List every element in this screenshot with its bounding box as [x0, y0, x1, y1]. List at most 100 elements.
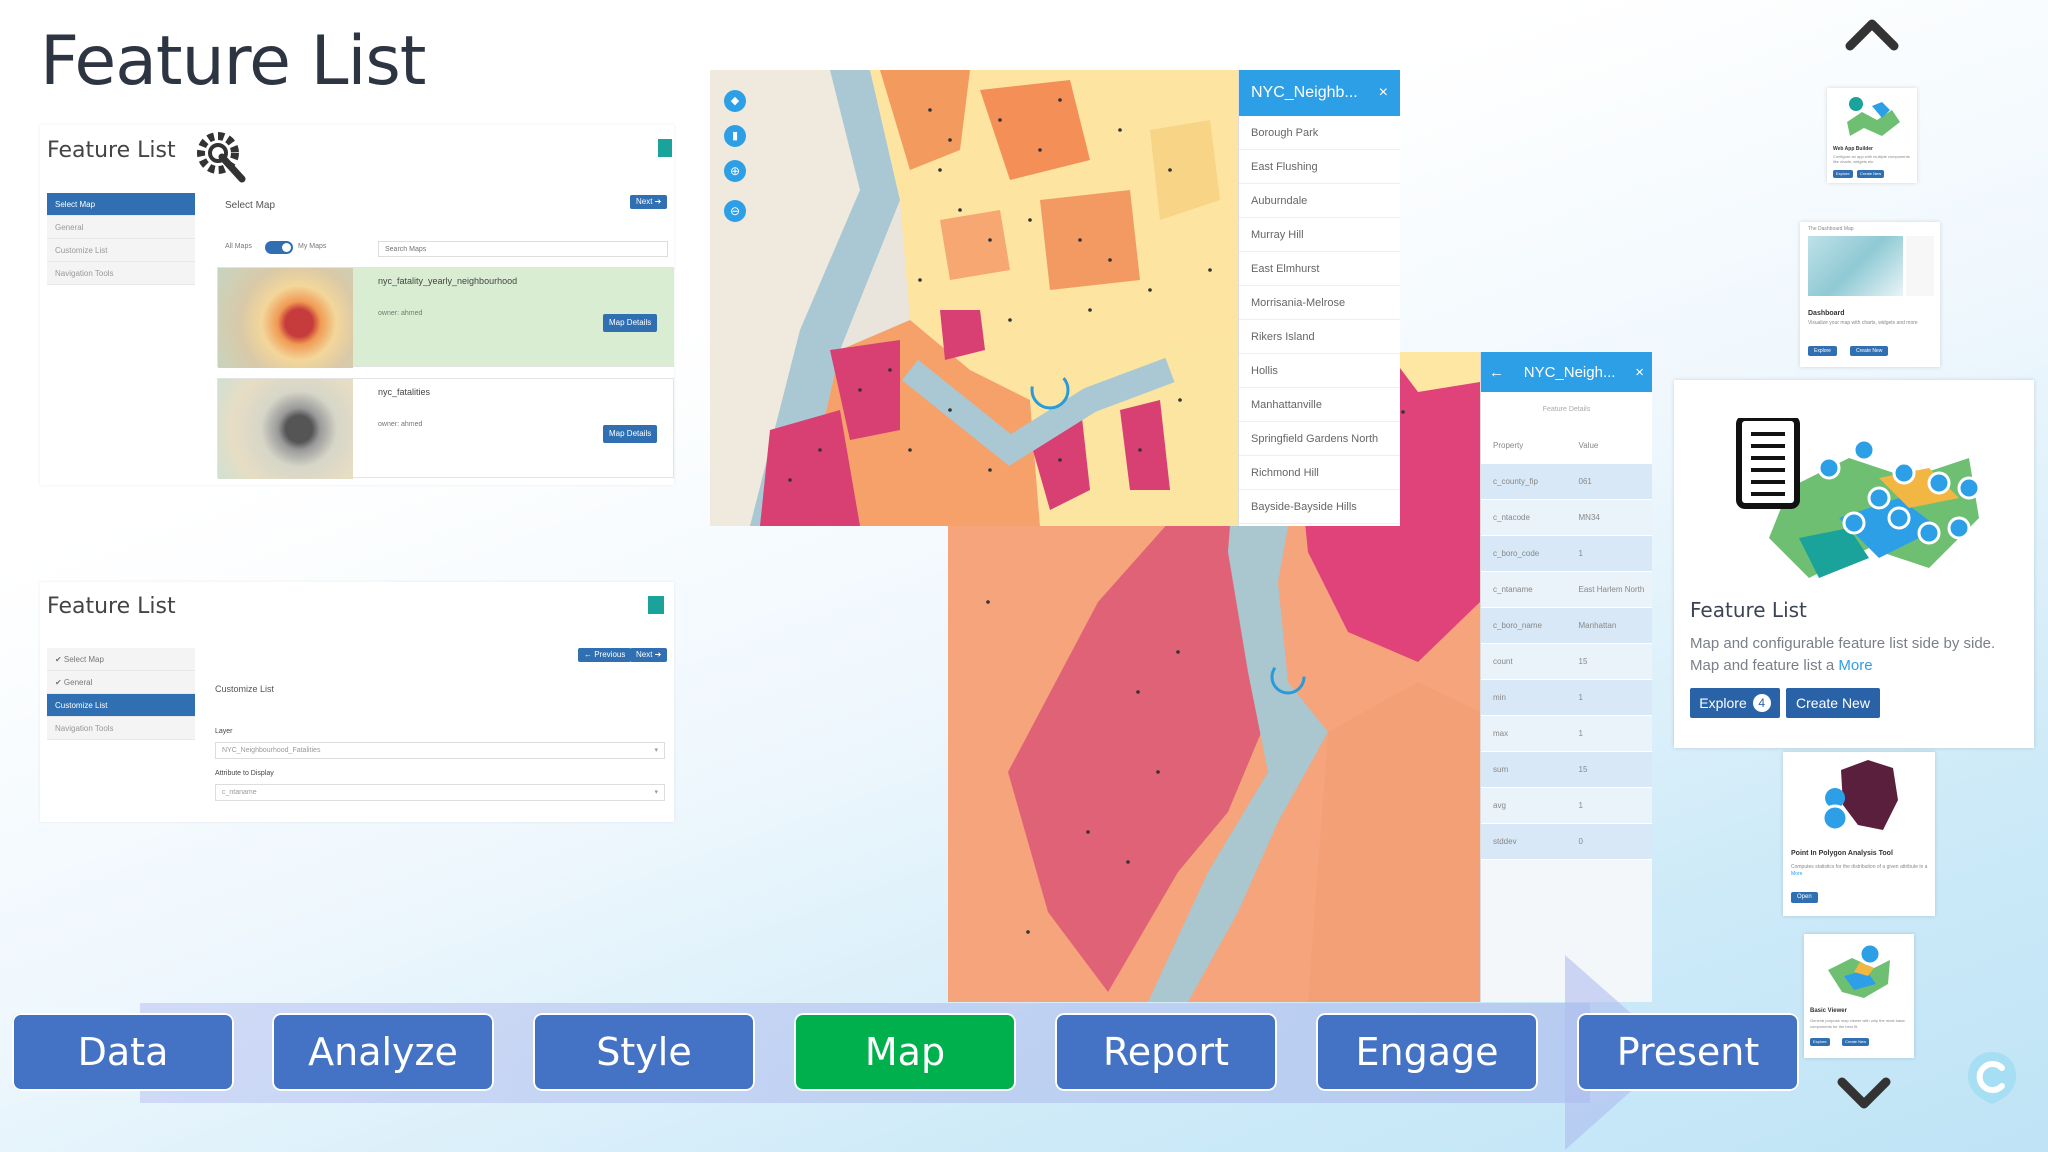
app-builder-icon	[1847, 97, 1900, 136]
step-report-button[interactable]: Report	[1055, 1013, 1277, 1091]
map-card[interactable]: nyc_fatalities owner: ahmed Map Details	[217, 378, 674, 479]
row-key: min	[1493, 693, 1506, 702]
explore-button[interactable]: Explore 4	[1690, 688, 1780, 718]
list-item[interactable]: Auburndale	[1239, 184, 1400, 218]
sidebar-item-navigation-tools[interactable]: Navigation Tools	[47, 717, 195, 740]
dashboard-side-preview	[1906, 236, 1934, 296]
create-new-button[interactable]: Create New	[1850, 346, 1889, 356]
table-row: c_boro_name Manhattan	[1481, 608, 1652, 644]
list-item[interactable]: Hollis	[1239, 354, 1400, 388]
list-item[interactable]: East Flushing	[1239, 150, 1400, 184]
close-icon[interactable]: ×	[1379, 84, 1388, 102]
setup-panel-customize-list: Feature List ✔ Select Map ✔ General Cust…	[40, 582, 674, 822]
table-row: min 1	[1481, 680, 1652, 716]
detail-panel-title: NYC_Neigh...	[1523, 363, 1616, 381]
explore-button[interactable]: Explore	[1810, 1038, 1830, 1046]
polygon-tool-icon	[1823, 760, 1898, 832]
step-data-button[interactable]: Data	[12, 1013, 234, 1091]
next-button[interactable]: Next ➔	[630, 195, 668, 209]
list-item[interactable]: Richmond Hill	[1239, 456, 1400, 490]
create-new-button[interactable]: Create New	[1842, 1038, 1870, 1046]
sidebar-item-customize-list[interactable]: Customize List	[47, 694, 195, 717]
maps-toggle[interactable]	[265, 241, 293, 254]
attribute-select-value: c_ntaname	[222, 789, 257, 796]
map-owner: owner: ahmed	[378, 421, 423, 428]
list-item[interactable]: Rikers Island	[1239, 320, 1400, 354]
row-key: c_boro_code	[1493, 549, 1540, 558]
table-row: max 1	[1481, 716, 1652, 752]
step-style-button[interactable]: Style	[533, 1013, 755, 1091]
row-value: 1	[1578, 549, 1583, 558]
more-link[interactable]: More	[1838, 657, 1872, 674]
app-card-basic-viewer[interactable]: Basic Viewer General purpose map viewer …	[1804, 934, 1914, 1058]
map-overview: ◆ ▮ ⊕ ⊖	[710, 70, 1240, 526]
sidebar-item-customize-list[interactable]: Customize List	[47, 239, 195, 262]
step-analyze-button[interactable]: Analyze	[272, 1013, 494, 1091]
close-icon[interactable]: ×	[1635, 364, 1644, 381]
app-card-web-app-builder[interactable]: Web App Builder Configure an app with mu…	[1827, 88, 1917, 183]
row-value: 1	[1578, 693, 1583, 702]
help-icon[interactable]	[648, 596, 664, 614]
next-button[interactable]: Next ➔	[630, 648, 668, 662]
setup-panel-title: Feature List	[47, 138, 176, 163]
page-title: Feature List	[40, 22, 426, 101]
map-details-button[interactable]: Map Details	[603, 425, 658, 443]
dashboard-header: The Dashboard Map	[1808, 226, 1854, 232]
list-item[interactable]: Murray Hill	[1239, 218, 1400, 252]
previous-button[interactable]: ← Previous	[578, 648, 632, 662]
layers-icon[interactable]: ◆	[724, 90, 746, 112]
sidebar-item-navigation-tools[interactable]: Navigation Tools	[47, 262, 195, 285]
search-maps-input[interactable]	[378, 241, 668, 257]
app-card-feature-list[interactable]: Feature List Map and configurable featur…	[1674, 380, 2034, 748]
sidebar-item-general[interactable]: ✔ General	[47, 671, 195, 694]
explore-button[interactable]: Explore	[1808, 346, 1837, 356]
app-card-dashboard[interactable]: The Dashboard Map Dashboard Visualize yo…	[1800, 222, 1940, 367]
list-item[interactable]: Manhattanville	[1239, 388, 1400, 422]
sidebar-item-select-map[interactable]: Select Map	[47, 193, 195, 216]
help-icon[interactable]	[658, 139, 672, 157]
row-key: c_county_fip	[1493, 477, 1538, 486]
sidebar-item-select-map[interactable]: ✔ Select Map	[47, 648, 195, 671]
step-map-button[interactable]: Map	[794, 1013, 1016, 1091]
bookmark-icon[interactable]: ▮	[724, 125, 746, 147]
map-card[interactable]: nyc_fatality_yearly_neighbourhood owner:…	[217, 267, 674, 368]
settings-wrench-icon[interactable]	[194, 129, 250, 185]
list-item[interactable]: Borough Park	[1239, 116, 1400, 150]
list-item[interactable]: East Elmhurst	[1239, 252, 1400, 286]
card-desc: Configure an app with multiple component…	[1833, 154, 1910, 164]
explore-button[interactable]: Explore	[1833, 170, 1853, 178]
zoom-out-icon[interactable]: ⊖	[724, 200, 746, 222]
card-title: Web App Builder	[1833, 146, 1873, 152]
table-row: c_boro_code 1	[1481, 536, 1652, 572]
app-card-point-in-polygon[interactable]: Point In Polygon Analysis Tool Computes …	[1783, 752, 1935, 916]
detail-subtitle: Feature Details	[1481, 392, 1652, 428]
chevron-down-icon[interactable]	[1834, 1070, 1894, 1120]
more-link[interactable]: More	[1791, 871, 1802, 877]
list-item[interactable]: Springfield Gardens North	[1239, 422, 1400, 456]
map-name: nyc_fatality_yearly_neighbourhood	[378, 276, 518, 286]
create-new-button[interactable]: Create New	[1786, 688, 1880, 718]
map-details-button[interactable]: Map Details	[603, 314, 658, 332]
sidebar-item-general[interactable]: General	[47, 216, 195, 239]
brand-logo-icon[interactable]	[1962, 1048, 2022, 1108]
layer-select[interactable]: NYC_Neighbourhood_Fatalities ▾	[215, 742, 665, 759]
card-title: Dashboard	[1808, 310, 1845, 317]
list-item[interactable]: Bayside-Bayside Hills	[1239, 490, 1400, 524]
feature-list-illustration	[1736, 418, 1981, 578]
step-present-button[interactable]: Present	[1577, 1013, 1799, 1091]
map-canvas[interactable]	[710, 70, 1240, 526]
section-title: Select Map	[225, 200, 276, 211]
setup-panel-select-map: Feature List Select Map General Customiz…	[40, 125, 674, 485]
row-key: count	[1493, 657, 1513, 666]
zoom-in-icon[interactable]: ⊕	[724, 160, 746, 182]
step-engage-button[interactable]: Engage	[1316, 1013, 1538, 1091]
attribute-select[interactable]: c_ntaname ▾	[215, 784, 665, 801]
open-button[interactable]: Open	[1791, 892, 1818, 903]
create-new-button[interactable]: Create New	[1857, 170, 1885, 178]
detail-header-row: Property Value	[1481, 428, 1652, 464]
back-arrow-icon[interactable]: ←	[1489, 364, 1504, 381]
chevron-up-icon[interactable]	[1842, 8, 1902, 58]
layer-label: Layer	[215, 728, 233, 735]
feature-list-panel: NYC_Neighb... × Borough Park East Flushi…	[1238, 70, 1400, 526]
list-item[interactable]: Morrisania-Melrose	[1239, 286, 1400, 320]
